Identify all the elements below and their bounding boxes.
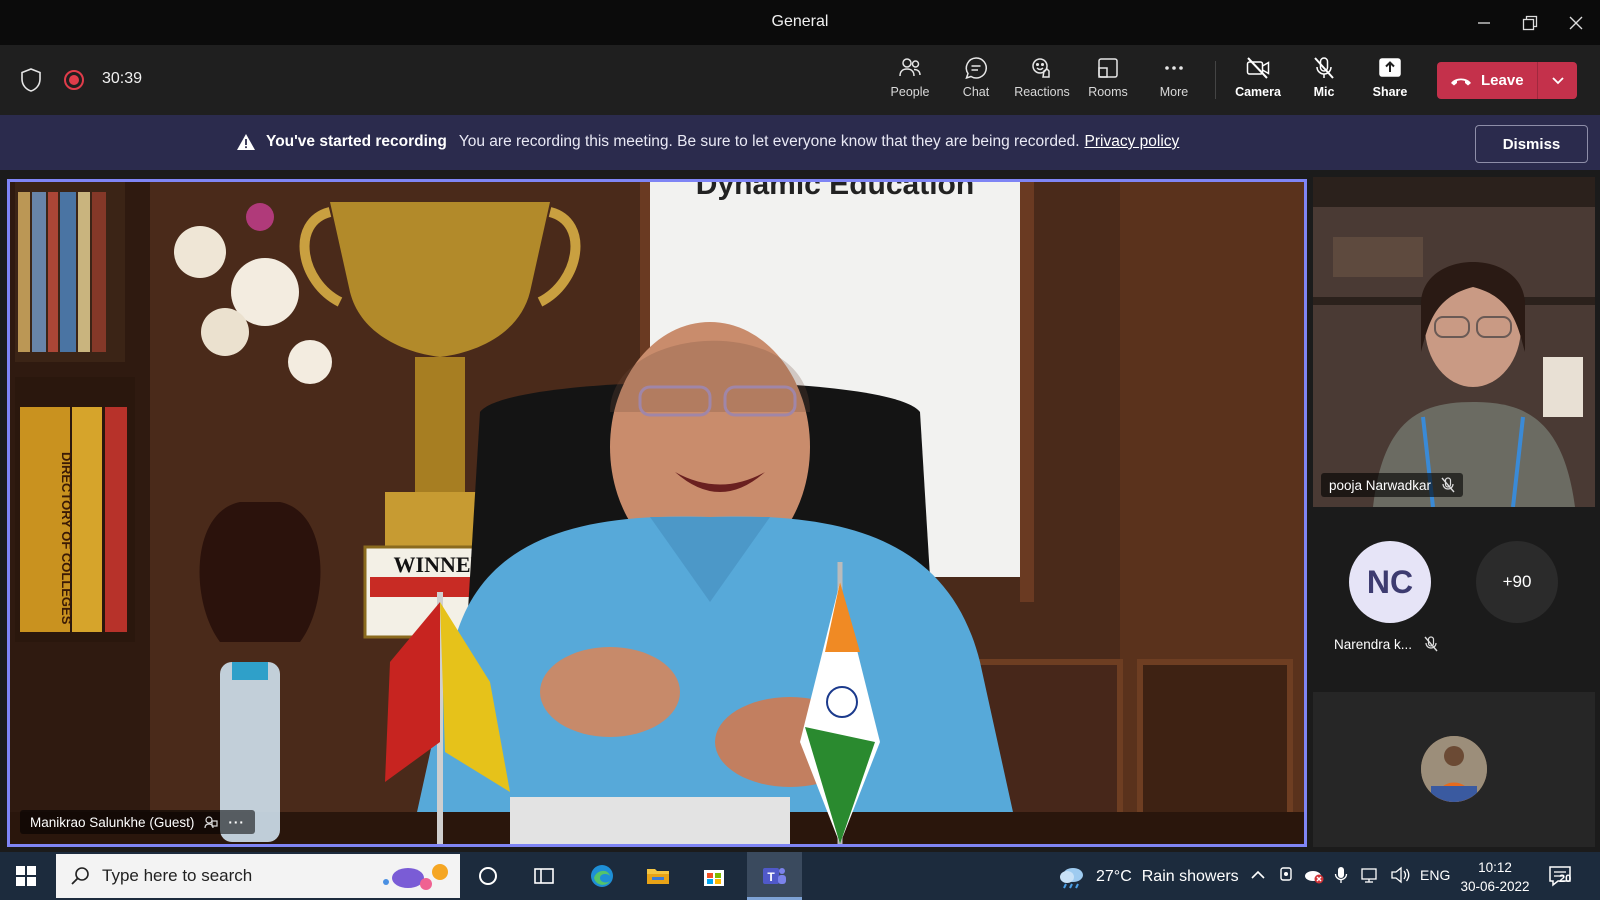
microphone-icon[interactable] — [1334, 866, 1348, 884]
svg-text:T: T — [767, 870, 775, 884]
participant-video-tile[interactable]: pooja Narwadkar — [1313, 177, 1595, 507]
task-view-icon[interactable] — [530, 862, 558, 890]
chevron-up-icon[interactable] — [1250, 868, 1266, 882]
taskbar-search-box[interactable]: Type here to search — [56, 854, 460, 898]
edge-browser-icon[interactable] — [588, 862, 616, 890]
teams-icon: T — [763, 868, 786, 884]
leave-options-button[interactable] — [1538, 62, 1577, 99]
recording-text: You are recording this meeting. Be sure … — [458, 133, 1080, 150]
camera-button[interactable]: Camera — [1226, 55, 1290, 107]
rain-cloud-icon — [1060, 868, 1083, 889]
toolbar-divider — [1215, 61, 1216, 99]
mic-off-icon — [1314, 57, 1334, 79]
chevron-down-icon — [1551, 76, 1564, 84]
close-icon — [1569, 16, 1583, 30]
rooms-icon — [1098, 58, 1118, 78]
camera-off-icon — [1246, 57, 1270, 79]
leave-button[interactable]: Leave — [1437, 62, 1537, 99]
main-participant-name: Manikrao Salunkhe (Guest) — [30, 814, 195, 830]
share-icon — [1379, 58, 1401, 77]
volume-icon[interactable] — [1390, 866, 1410, 884]
reactions-button[interactable]: Reactions — [1010, 55, 1074, 107]
avatar — [1421, 736, 1487, 802]
more-button[interactable]: More — [1142, 55, 1206, 107]
leave-label: Leave — [1481, 72, 1524, 89]
title-bar: General — [0, 0, 1600, 45]
shield-icon[interactable] — [20, 67, 42, 93]
more-icon — [1165, 66, 1183, 70]
chat-button[interactable]: Chat — [944, 55, 1008, 107]
leave-button-group: Leave — [1437, 62, 1577, 99]
close-button[interactable] — [1556, 8, 1596, 38]
participant-name: pooja Narwadkar — [1329, 477, 1432, 493]
warning-icon — [237, 134, 255, 150]
clock-date: 30-06-2022 — [1460, 879, 1530, 894]
participant-status-icon — [204, 816, 218, 829]
search-placeholder: Type here to search — [102, 866, 253, 885]
weather-widget[interactable]: 27°C Rain showers — [1058, 865, 1239, 889]
participant-name: Narendra k... — [1334, 636, 1413, 652]
teams-taskbar-button[interactable]: T — [747, 852, 802, 900]
mic-muted-icon — [1441, 477, 1455, 493]
system-clock[interactable]: 10:12 30-06-2022 — [1460, 858, 1530, 896]
restore-button[interactable] — [1510, 8, 1550, 38]
recording-message: You've started recording You are recordi… — [236, 133, 1179, 151]
participant-more-icon[interactable]: ··· — [228, 815, 245, 830]
participant-avatars-row: NC +90 Narendra k... — [1313, 510, 1595, 675]
recording-heading: You've started recording — [266, 133, 447, 150]
participant-label: Narendra k... — [1334, 636, 1438, 652]
share-button[interactable]: Share — [1358, 55, 1422, 107]
book-spine-text: DIRECTORY OF COLLEGES — [59, 452, 74, 625]
weather-temperature: 27°C — [1096, 868, 1132, 885]
search-icon — [71, 867, 89, 885]
cortana-icon[interactable] — [474, 862, 502, 890]
clock-time: 10:12 — [1478, 860, 1512, 875]
participant-label: pooja Narwadkar — [1321, 473, 1464, 497]
meet-now-icon[interactable] — [1278, 866, 1294, 884]
dismiss-button[interactable]: Dismiss — [1475, 125, 1588, 163]
file-explorer-icon[interactable] — [644, 862, 672, 890]
notification-count: 20 — [1559, 873, 1572, 885]
language-indicator[interactable]: ENG — [1420, 867, 1450, 883]
network-icon[interactable] — [1360, 866, 1380, 884]
board-sign-text: Dynamic Education — [696, 182, 974, 201]
windows-start-icon[interactable] — [16, 866, 36, 886]
reactions-icon — [1032, 58, 1050, 78]
people-button[interactable]: People — [878, 55, 942, 107]
avatar[interactable]: NC — [1349, 541, 1431, 623]
people-icon — [899, 58, 921, 77]
mic-muted-icon — [1424, 636, 1438, 652]
meeting-timer: 30:39 — [102, 70, 143, 87]
window-title: General — [771, 13, 829, 30]
avatar-photo — [1421, 736, 1487, 802]
mic-button[interactable]: Mic — [1292, 55, 1356, 107]
self-view-tile[interactable] — [1313, 692, 1595, 847]
more-participants-button[interactable]: +90 — [1476, 541, 1558, 623]
video-feed: DIRECTORY OF COLLEGES Dynamic Education — [10, 182, 1304, 844]
meeting-stage: DIRECTORY OF COLLEGES Dynamic Education — [0, 170, 1600, 852]
windows-taskbar: Type here to search T 27°C Rain showers … — [0, 852, 1600, 900]
main-participant-label: Manikrao Salunkhe (Guest) ··· — [20, 810, 255, 834]
main-video-tile[interactable]: DIRECTORY OF COLLEGES Dynamic Education — [7, 179, 1307, 847]
recording-banner: You've started recording You are recordi… — [0, 115, 1600, 170]
onedrive-error-icon[interactable] — [1304, 866, 1324, 884]
weather-description: Rain showers — [1141, 868, 1239, 885]
minimize-button[interactable] — [1464, 8, 1504, 38]
participant-video-feed — [1313, 177, 1595, 507]
rooms-button[interactable]: Rooms — [1076, 55, 1140, 107]
notification-center-button[interactable]: 20 — [1548, 864, 1578, 895]
search-highlight-art — [383, 864, 448, 890]
meeting-toolbar: 30:39 People Chat Reactions Rooms More C… — [0, 45, 1600, 115]
minimize-icon — [1478, 22, 1490, 24]
privacy-policy-link[interactable]: Privacy policy — [1085, 133, 1180, 151]
hang-up-icon — [1451, 78, 1471, 85]
chat-icon — [965, 57, 987, 80]
restore-icon — [1522, 15, 1538, 31]
microsoft-store-icon[interactable] — [700, 862, 728, 890]
recording-indicator-icon — [64, 70, 84, 90]
